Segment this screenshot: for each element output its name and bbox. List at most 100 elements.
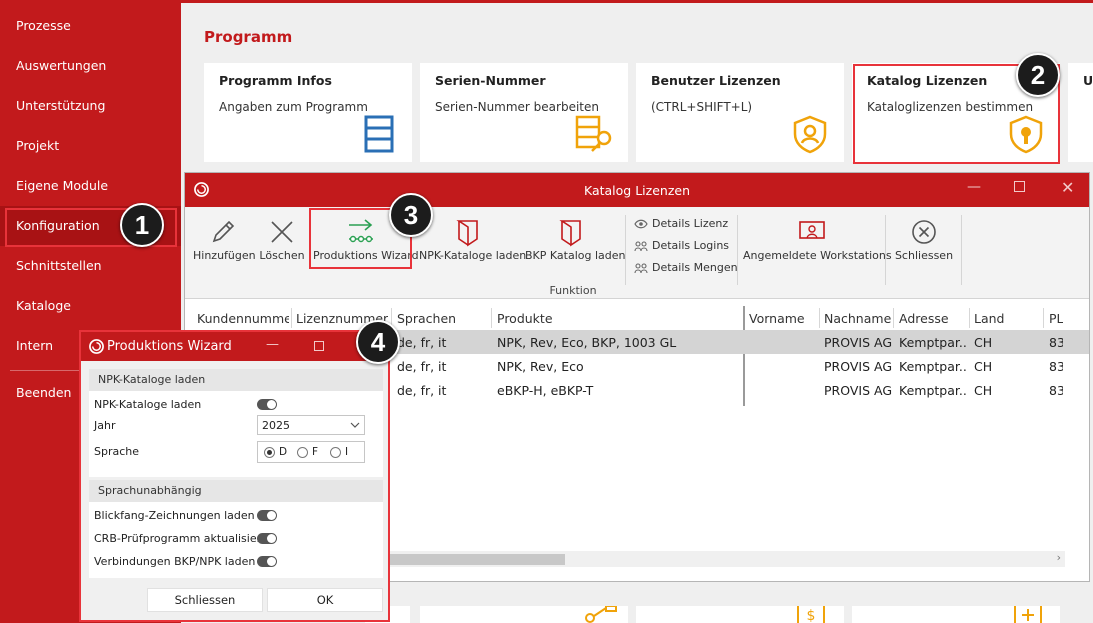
- npk-kataloge-laden-label: NPK-Kataloge laden: [94, 398, 202, 411]
- cell-nachname: PROVIS AG: [824, 359, 892, 374]
- column-header-sprachen[interactable]: Sprachen: [397, 311, 489, 326]
- blickfang-label: Blickfang-Zeichnungen laden: [94, 509, 255, 522]
- schliessen-button[interactable]: Schliessen: [893, 213, 955, 273]
- column-header-kundennummer[interactable]: Kundennummer: [197, 311, 289, 326]
- cell-plz: 83: [1049, 359, 1063, 374]
- section-header: NPK-Kataloge laden: [89, 369, 383, 391]
- details-mengen-button[interactable]: Details Mengen: [634, 261, 738, 281]
- blickfang-toggle[interactable]: [257, 510, 277, 521]
- tile-description: (CTRL+SHIFT+L): [651, 100, 753, 114]
- sidebar-item-auswertungen[interactable]: Auswertungen: [0, 46, 181, 86]
- radio-label: F: [312, 446, 319, 458]
- column-header-land[interactable]: Land: [974, 311, 1044, 326]
- dialog-title: Produktions Wizard: [107, 339, 232, 354]
- sidebar-item-unterstuetzung[interactable]: Unterstützung: [0, 86, 181, 126]
- button-label: Details Logins: [652, 239, 730, 252]
- column-divider: [491, 308, 492, 328]
- cell-produkte: NPK, Rev, Eco, BKP, 1003 GL: [497, 335, 677, 350]
- button-label: Angemeldete Workstations: [743, 249, 892, 262]
- chevron-right-icon[interactable]: ›: [1057, 551, 1061, 564]
- jahr-label: Jahr: [94, 419, 116, 432]
- column-header-plz[interactable]: PLZ: [1049, 311, 1063, 326]
- button-label: Details Mengen: [652, 261, 738, 274]
- cell-land: CH: [974, 335, 993, 350]
- button-label: BKP Katalog laden: [525, 249, 626, 262]
- sidebar-item-projekt[interactable]: Projekt: [0, 126, 181, 166]
- npk-kataloge-laden-toggle[interactable]: [257, 399, 277, 410]
- sprache-label: Sprache: [94, 445, 140, 458]
- ribbon-divider: [885, 215, 886, 285]
- sidebar-item-eigene-module[interactable]: Eigene Module: [0, 166, 181, 206]
- tile-description: Serien-Nummer bearbeiten: [435, 100, 599, 114]
- tile-programm-infos[interactable]: Programm Infos Angaben zum Programm: [204, 63, 412, 162]
- column-header-adresse[interactable]: Adresse: [899, 311, 969, 326]
- produktions-wizard-dialog: Produktions Wizard — NPK-Kataloge laden …: [79, 330, 390, 622]
- minimize-icon[interactable]: —: [967, 179, 981, 195]
- verbindungen-toggle[interactable]: [257, 556, 277, 567]
- npk-kataloge-laden-button[interactable]: NPK-Kataloge laden: [419, 213, 526, 273]
- minimize-icon[interactable]: —: [266, 337, 279, 352]
- tile-title: U: [1083, 73, 1093, 88]
- details-lizenz-button[interactable]: Details Lizenz: [634, 217, 728, 237]
- jahr-value: 2025: [262, 419, 290, 432]
- column-header-vorname[interactable]: Vorname: [749, 311, 819, 326]
- tile-serien-nummer[interactable]: Serien-Nummer Serien-Nummer bearbeiten: [420, 63, 628, 162]
- tile-bottom-2[interactable]: [420, 606, 628, 623]
- column-header-nachname[interactable]: Nachname: [824, 311, 894, 326]
- users-icon: [634, 241, 648, 252]
- sidebar-item-prozesse[interactable]: Prozesse: [0, 6, 181, 46]
- add-icon: [1014, 606, 1042, 623]
- sidebar-item-schnittstellen[interactable]: Schnittstellen: [0, 246, 181, 286]
- dialog-titlebar[interactable]: Produktions Wizard —: [81, 332, 388, 361]
- column-divider: [893, 308, 894, 328]
- dialog-close-button[interactable]: Schliessen: [147, 588, 263, 612]
- tile-partial[interactable]: U: [1068, 63, 1093, 162]
- catalog-icon: [559, 220, 581, 247]
- tile-title: Programm Infos: [219, 73, 332, 88]
- column-divider: [291, 308, 292, 328]
- crb-pruefprogramm-toggle[interactable]: [257, 533, 277, 544]
- window-titlebar[interactable]: Katalog Lizenzen — ✕: [185, 173, 1089, 207]
- tile-title: Serien-Nummer: [435, 73, 546, 88]
- section-header: Sprachunabhängig: [89, 480, 383, 502]
- close-icon[interactable]: ✕: [1061, 178, 1074, 197]
- details-logins-button[interactable]: Details Logins: [634, 239, 729, 259]
- bkp-katalog-laden-button[interactable]: BKP Katalog laden: [525, 213, 626, 273]
- sprache-radio-group: D F I: [257, 441, 365, 463]
- grid-header: Kundennummer Lizenznummer Sprachen Produ…: [185, 306, 1089, 406]
- cell-plz: 83: [1049, 383, 1063, 398]
- column-header-produkte[interactable]: Produkte: [497, 311, 737, 326]
- user-shield-icon: [793, 115, 827, 154]
- radio-sprache-i[interactable]: [330, 447, 341, 458]
- delete-button[interactable]: Löschen: [257, 213, 307, 273]
- sidebar-item-kataloge[interactable]: Kataloge: [0, 286, 181, 326]
- jahr-select[interactable]: 2025: [257, 415, 365, 435]
- maximize-icon[interactable]: [314, 341, 324, 351]
- share-icon: [585, 606, 617, 623]
- column-divider: [819, 308, 820, 328]
- maximize-icon[interactable]: [1014, 181, 1025, 192]
- app-logo-icon: [89, 339, 104, 354]
- dialog-ok-button[interactable]: OK: [267, 588, 383, 612]
- add-button[interactable]: Hinzufügen: [193, 213, 256, 273]
- tile-bottom-4[interactable]: [852, 606, 1060, 623]
- annotation-badge: 2: [1016, 53, 1060, 97]
- tile-benutzer-lizenzen[interactable]: Benutzer Lizenzen (CTRL+SHIFT+L): [636, 63, 844, 162]
- column-divider: [1043, 308, 1044, 328]
- cell-produkte: NPK, Rev, Eco: [497, 359, 584, 374]
- tile-bottom-3[interactable]: $: [636, 606, 844, 623]
- button-label: Schliessen: [894, 249, 954, 262]
- cell-nachname: PROVIS AG: [824, 335, 892, 350]
- tile-description: Angaben zum Programm: [219, 100, 368, 114]
- radio-sprache-f[interactable]: [297, 447, 308, 458]
- cell-land: CH: [974, 383, 993, 398]
- ribbon-divider: [625, 215, 626, 285]
- cell-adresse: Kemptpar...: [899, 383, 967, 398]
- angemeldete-workstations-button[interactable]: Angemeldete Workstations: [743, 213, 892, 273]
- verbindungen-label: Verbindungen BKP/NPK laden: [94, 555, 256, 568]
- eye-icon: [634, 219, 648, 229]
- annotation-badge: 4: [356, 320, 400, 364]
- radio-sprache-d[interactable]: [264, 447, 275, 458]
- cell-adresse: Kemptpar...: [899, 335, 967, 350]
- pencil-icon: [212, 220, 235, 243]
